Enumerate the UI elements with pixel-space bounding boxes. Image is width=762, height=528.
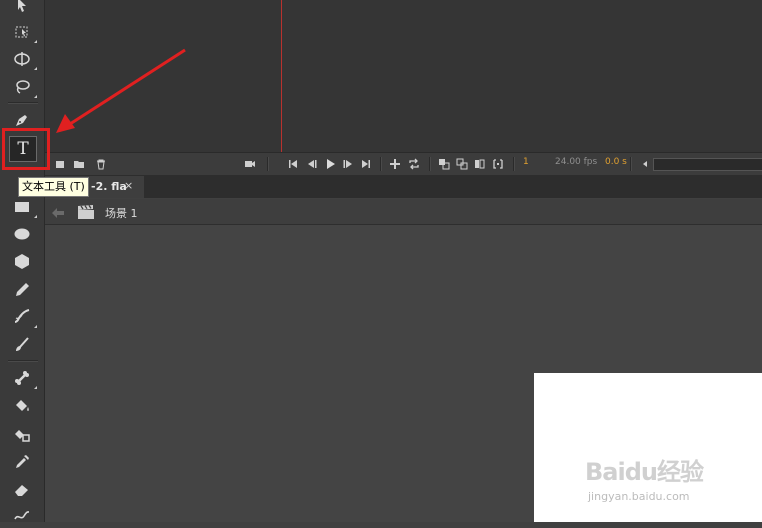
annotation-arrow: [56, 48, 186, 133]
tooltip: 文本工具 (T): [18, 177, 89, 197]
